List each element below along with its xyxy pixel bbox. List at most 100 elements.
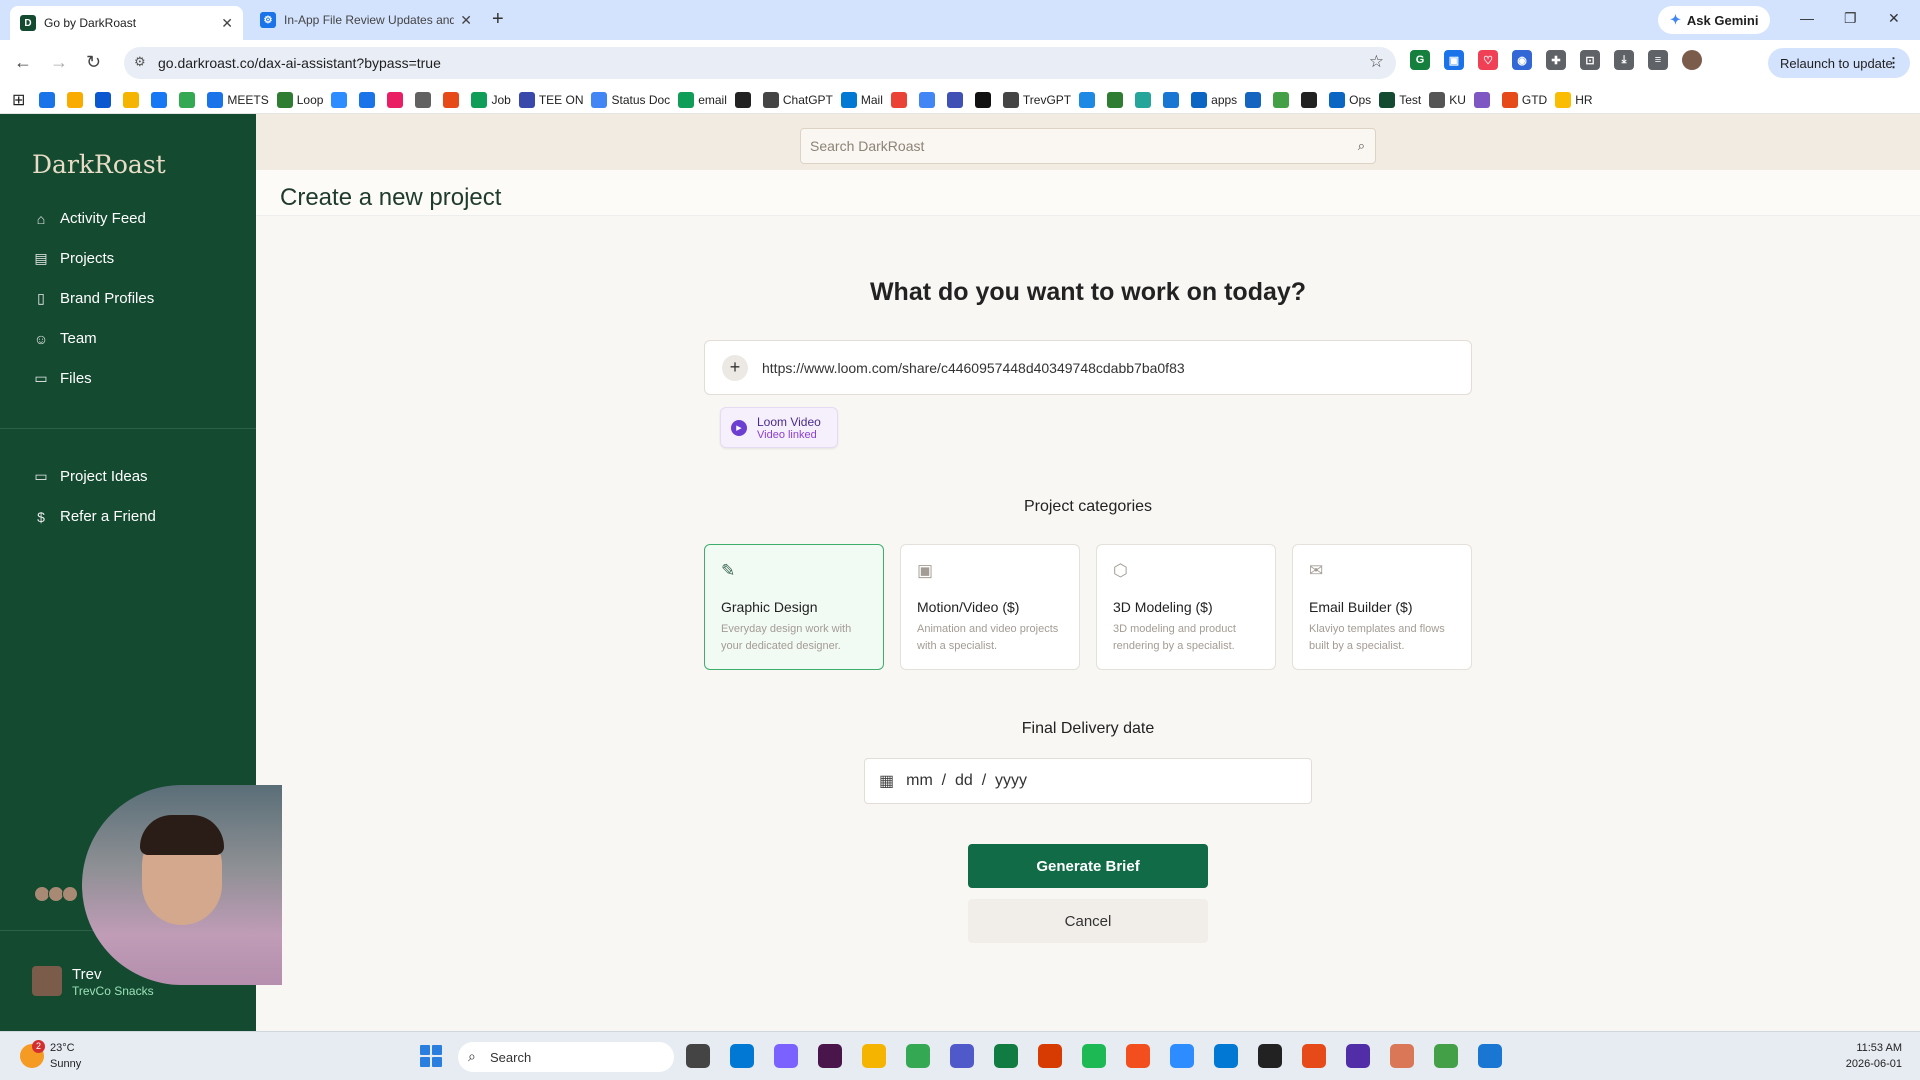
darkroast-logo[interactable]: DarkRoast: [32, 150, 166, 179]
task-view-app-icon[interactable]: [686, 1044, 710, 1068]
bookmark-star-icon[interactable]: ☆: [1369, 52, 1384, 72]
profile-avatar-icon[interactable]: [1682, 50, 1702, 70]
sidebar-item-project-ideas[interactable]: ▭ Project Ideas: [32, 468, 147, 485]
app4-app-icon[interactable]: [1434, 1044, 1458, 1068]
file-explorer-app-icon[interactable]: [862, 1044, 886, 1068]
user-avatar[interactable]: [32, 966, 62, 996]
close-tab-icon[interactable]: ✕: [460, 12, 472, 29]
category-card-graphic-design[interactable]: ✎ Graphic Design Everyday design work wi…: [704, 544, 884, 670]
search-icon[interactable]: ⌕: [1358, 138, 1365, 154]
bookmark-item[interactable]: Loop: [276, 91, 323, 108]
outlook-app-icon[interactable]: [1214, 1044, 1238, 1068]
generate-brief-button[interactable]: Generate Brief: [968, 844, 1208, 888]
bookmark-item[interactable]: [359, 91, 379, 108]
bookmark-item[interactable]: [443, 91, 463, 108]
minimize-icon[interactable]: —: [1800, 10, 1814, 26]
sidebar-item-files[interactable]: ▭ Files: [32, 370, 91, 387]
category-card-motion-video[interactable]: ▣ Motion/Video ($) Animation and video p…: [900, 544, 1080, 670]
team-avatars[interactable]: [34, 886, 78, 902]
bookmark-item[interactable]: [1301, 91, 1321, 108]
taskbar-search[interactable]: ⌕ Search: [458, 1042, 674, 1072]
relaunch-button[interactable]: Relaunch to update ⋮: [1768, 48, 1910, 78]
delivery-date-input[interactable]: ▦ mm / dd / yyyy: [864, 758, 1312, 804]
app-app-icon[interactable]: [1258, 1044, 1282, 1068]
site-info-icon[interactable]: ⚙: [134, 54, 146, 70]
bookmark-item[interactable]: [1163, 91, 1183, 108]
bookmark-item[interactable]: email: [678, 91, 727, 108]
spotify-app-icon[interactable]: [1082, 1044, 1106, 1068]
bookmark-item[interactable]: [331, 91, 351, 108]
bookmark-item[interactable]: [918, 91, 939, 108]
bookmark-item[interactable]: [734, 91, 755, 108]
bookmark-item[interactable]: [1079, 91, 1099, 108]
bookmark-item[interactable]: [415, 91, 435, 108]
bookmark-item[interactable]: [890, 91, 911, 108]
copilot-app-icon[interactable]: [774, 1044, 798, 1068]
address-bar[interactable]: ⚙ go.darkroast.co/dax-ai-assistant?bypas…: [124, 47, 1396, 79]
extension-icon[interactable]: ◉: [1512, 50, 1532, 70]
close-window-icon[interactable]: ✕: [1888, 10, 1900, 27]
tab-file-review[interactable]: ⚙ In-App File Review Updates and ✕: [250, 4, 482, 36]
bookmark-item[interactable]: [1107, 91, 1127, 108]
bookmark-item[interactable]: Status Doc: [591, 91, 670, 108]
bookmark-item[interactable]: Mail: [840, 91, 883, 108]
pocket-icon[interactable]: ♡: [1478, 50, 1498, 70]
app2-app-icon[interactable]: [1302, 1044, 1326, 1068]
bookmark-item[interactable]: [179, 91, 199, 108]
figma-app-icon[interactable]: [1126, 1044, 1150, 1068]
bookmark-item[interactable]: [974, 91, 995, 108]
tab-darkroast[interactable]: D Go by DarkRoast ✕: [10, 6, 243, 40]
media-icon[interactable]: ≡: [1648, 50, 1668, 70]
link-input[interactable]: + https://www.loom.com/share/c4460957448…: [704, 340, 1472, 395]
cancel-button[interactable]: Cancel: [968, 899, 1208, 943]
bookmark-item[interactable]: TEE ON: [518, 91, 583, 108]
puzzle-icon[interactable]: ✚: [1546, 50, 1566, 70]
forward-icon[interactable]: →: [50, 52, 68, 73]
bookmark-item[interactable]: [387, 91, 407, 108]
bookmark-item[interactable]: [95, 91, 115, 108]
extension-icon[interactable]: ▣: [1444, 50, 1464, 70]
bookmark-item[interactable]: TrevGPT: [1002, 91, 1071, 108]
start-button[interactable]: [420, 1045, 442, 1067]
bookmark-item[interactable]: [946, 91, 967, 108]
bookmark-item[interactable]: MEETS: [207, 91, 269, 108]
excel-app-icon[interactable]: [994, 1044, 1018, 1068]
teams-app-icon[interactable]: [950, 1044, 974, 1068]
zoom-app-icon[interactable]: [1170, 1044, 1194, 1068]
slack-app-icon[interactable]: [818, 1044, 842, 1068]
bookmark-item[interactable]: Ops: [1329, 91, 1371, 108]
bookmark-item[interactable]: [123, 91, 143, 108]
bookmark-item[interactable]: Job: [471, 91, 511, 108]
bookmark-item[interactable]: Test: [1379, 91, 1421, 108]
bookmark-item[interactable]: apps: [1191, 91, 1237, 108]
category-card-3d-modeling[interactable]: ⬡ 3D Modeling ($) 3D modeling and produc…: [1096, 544, 1276, 670]
back-icon[interactable]: ←: [14, 52, 32, 73]
ask-gemini-button[interactable]: ✦ Ask Gemini: [1658, 6, 1771, 34]
bookmark-item[interactable]: GTD: [1501, 91, 1547, 108]
bookmark-item[interactable]: HR: [1555, 91, 1593, 108]
bookmark-item[interactable]: ChatGPT: [762, 91, 833, 108]
widgets-app-icon[interactable]: [730, 1044, 754, 1068]
grammarly-icon[interactable]: G: [1410, 50, 1430, 70]
app3-app-icon[interactable]: [1346, 1044, 1370, 1068]
close-tab-icon[interactable]: ✕: [221, 15, 233, 32]
loom-attachment-chip[interactable]: ▶ Loom Video Video linked: [720, 407, 838, 448]
bookmark-item[interactable]: [67, 91, 87, 108]
sidebar-item-projects[interactable]: ▤ Projects: [32, 250, 114, 267]
bookmark-item[interactable]: [39, 91, 59, 108]
sidebar-item-brand-profiles[interactable]: ▯ Brand Profiles: [32, 290, 154, 307]
sidebar-item-refer-a-friend[interactable]: $ Refer a Friend: [32, 508, 156, 525]
more-menu-icon[interactable]: ⋮: [1887, 55, 1900, 71]
office-app-icon[interactable]: [1038, 1044, 1062, 1068]
webcam-overlay[interactable]: [82, 785, 282, 985]
restore-icon[interactable]: ❐: [1844, 10, 1857, 27]
claude-app-icon[interactable]: [1390, 1044, 1414, 1068]
tab-search-icon[interactable]: ⊡: [1580, 50, 1600, 70]
system-clock[interactable]: 11:53 AM 2026-06-01: [1846, 1040, 1902, 1072]
sidebar-item-team[interactable]: ☺ Team: [32, 330, 97, 347]
category-card-email-builder[interactable]: ✉ Email Builder ($) Klaviyo templates an…: [1292, 544, 1472, 670]
chrome-app-icon[interactable]: [906, 1044, 930, 1068]
sidebar-item-activity-feed[interactable]: ⌂ Activity Feed: [32, 210, 146, 227]
search-input[interactable]: Search DarkRoast ⌕: [800, 128, 1376, 164]
bookmark-item[interactable]: [1473, 91, 1494, 108]
